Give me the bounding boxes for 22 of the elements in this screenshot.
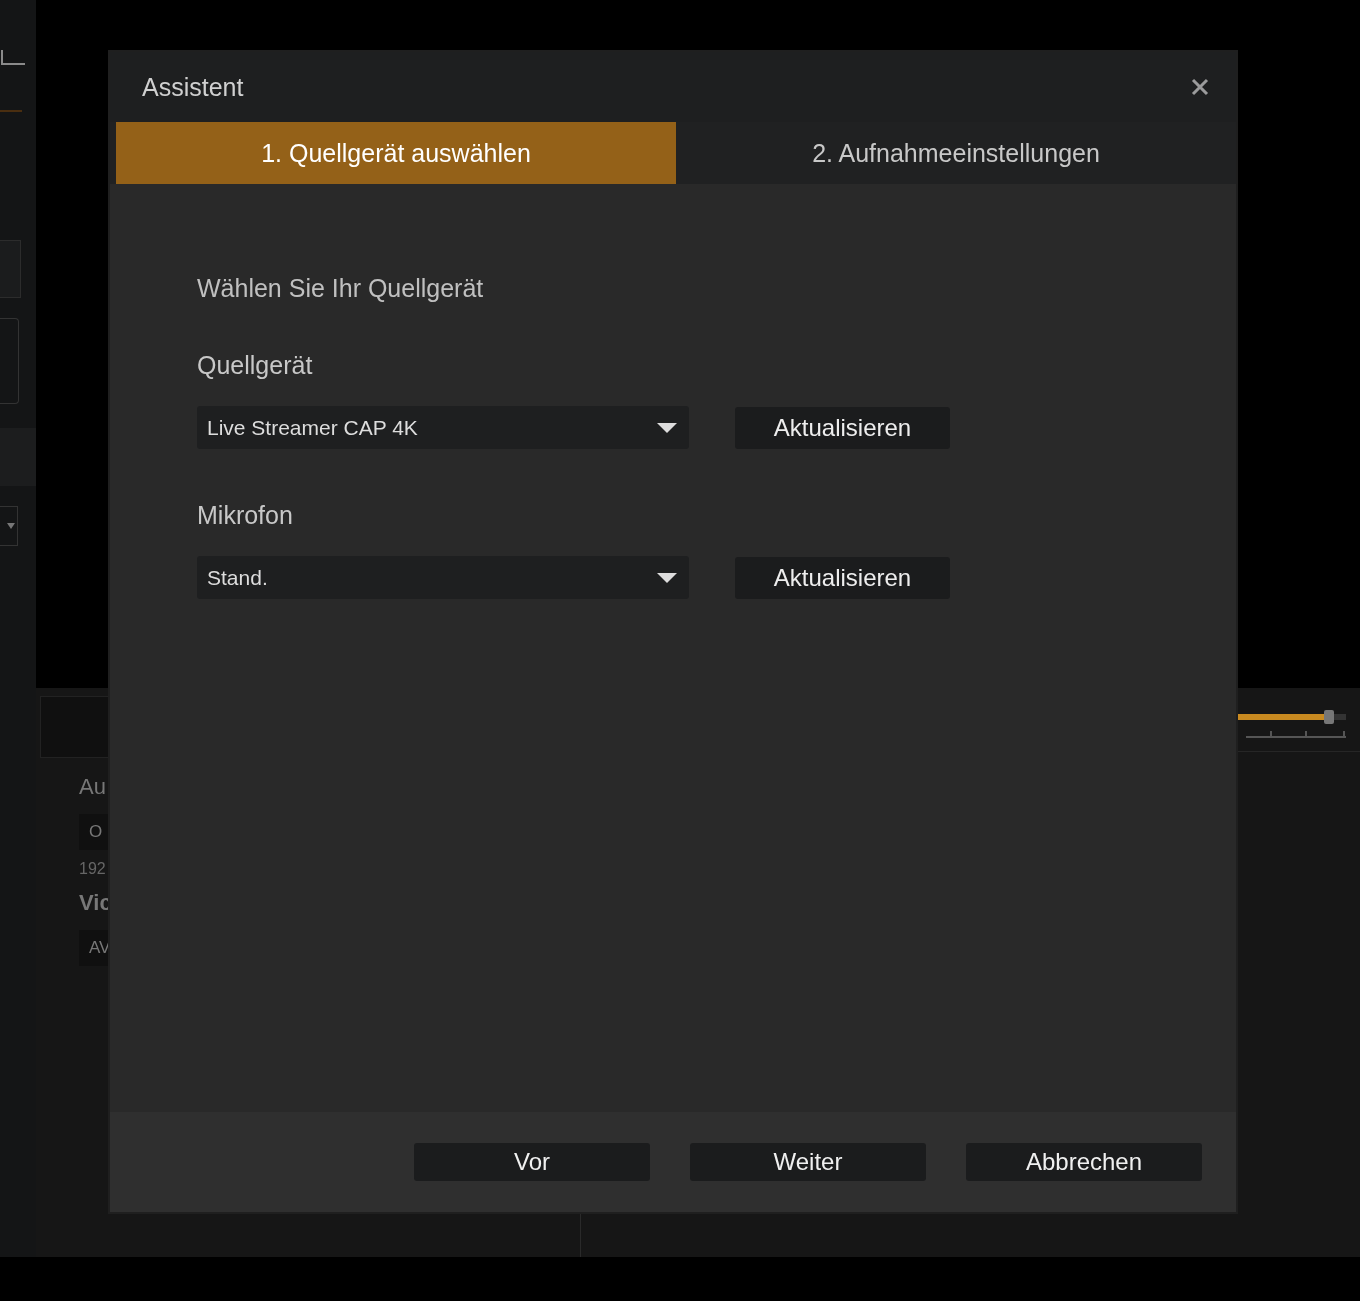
- caret-icon: [657, 422, 677, 433]
- logo-icon: [0, 50, 26, 66]
- caret-icon: [7, 522, 15, 530]
- step-tab[interactable]: 2. Aufnahmeeinstellungen: [676, 122, 1236, 184]
- footer-button[interactable]: Vor: [414, 1143, 650, 1181]
- slider-handle[interactable]: [1324, 710, 1335, 724]
- window-title: Assistent: [142, 72, 244, 102]
- device-dropdown[interactable]: Live Streamer CAP 4K: [197, 406, 689, 449]
- close-icon[interactable]: [1190, 77, 1210, 97]
- dropdown-field[interactable]: [0, 506, 18, 546]
- footer-button[interactable]: Weiter: [690, 1143, 926, 1181]
- resolution-text: 192: [79, 860, 106, 878]
- caret-icon: [657, 572, 677, 583]
- step-tab[interactable]: 1. Quellgerät auswählen: [116, 122, 676, 184]
- section-label: Au: [79, 774, 106, 800]
- section-heading: Wählen Sie Ihr Quellgerät: [197, 274, 485, 303]
- device-dropdown[interactable]: Stand.: [197, 556, 689, 599]
- field-label: Quellgerät: [197, 351, 314, 380]
- refresh-button[interactable]: Aktualisieren: [735, 406, 950, 449]
- refresh-button[interactable]: Aktualisieren: [735, 556, 950, 599]
- field-label: Mikrofon: [197, 501, 294, 530]
- footer-button[interactable]: Abbrechen: [966, 1143, 1202, 1181]
